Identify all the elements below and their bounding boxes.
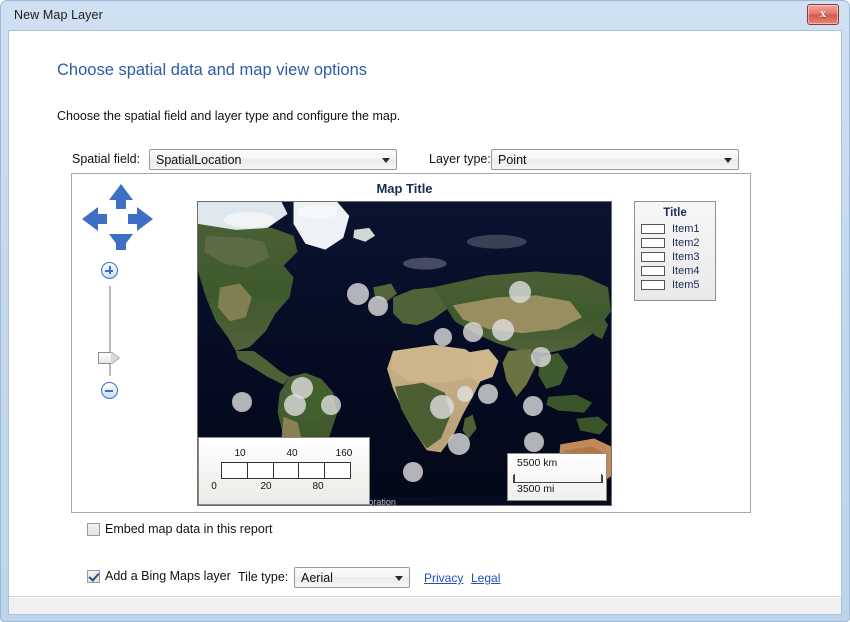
spatial-field-select[interactable]: SpatialLocation bbox=[149, 149, 397, 170]
chevron-down-icon bbox=[395, 576, 403, 581]
color-scale: 10 40 160 0 20 80 bbox=[198, 437, 370, 505]
dialog-body: Choose spatial data and map view options… bbox=[8, 30, 842, 615]
legend-item-label: Item5 bbox=[672, 279, 700, 291]
legend-swatch bbox=[641, 252, 665, 262]
legend-swatch bbox=[641, 224, 665, 234]
map-data-point[interactable] bbox=[524, 432, 544, 452]
minus-icon bbox=[105, 389, 113, 392]
map-data-point[interactable] bbox=[403, 462, 423, 482]
map-data-point[interactable] bbox=[347, 283, 369, 305]
scale-bar bbox=[221, 462, 351, 479]
legend-item-label: Item1 bbox=[672, 223, 700, 235]
footer-bar: Help < Back Next > Cancel bbox=[9, 597, 841, 614]
scale-bottom-label-3: 80 bbox=[312, 481, 324, 492]
distance-mi-label: 3500 mi bbox=[517, 483, 555, 495]
slider-handle-body bbox=[98, 352, 112, 364]
map-data-point[interactable] bbox=[492, 319, 514, 341]
map-data-point[interactable] bbox=[457, 386, 473, 402]
legend-swatch bbox=[641, 280, 665, 290]
map-data-point[interactable] bbox=[463, 322, 483, 342]
legend-item: Item4 bbox=[641, 265, 709, 277]
close-button[interactable]: x bbox=[807, 4, 839, 25]
map-title: Map Title bbox=[376, 181, 433, 196]
slider-handle-tip bbox=[111, 352, 119, 364]
zoom-in-button[interactable] bbox=[101, 262, 118, 279]
legal-link[interactable]: Legal bbox=[471, 571, 500, 585]
distance-scale: 5500 km 3500 mi bbox=[507, 453, 607, 501]
add-bing-maps-layer-label: Add a Bing Maps layer bbox=[105, 569, 231, 583]
legend-item: Item3 bbox=[641, 251, 709, 263]
page-subtitle: Choose the spatial field and layer type … bbox=[57, 109, 401, 123]
map-data-point[interactable] bbox=[531, 347, 551, 367]
map-preview-panel: Map Title Corporation 10 40 160 0 20 80 … bbox=[71, 173, 751, 513]
map-data-point[interactable] bbox=[434, 328, 452, 346]
legend-swatch bbox=[641, 266, 665, 276]
title-bar: New Map Layer x bbox=[8, 1, 842, 30]
arrow-left-icon[interactable] bbox=[82, 207, 107, 231]
chevron-down-icon bbox=[724, 158, 732, 163]
distance-ruler-icon bbox=[513, 474, 603, 483]
dialog-window: New Map Layer x Choose spatial data and … bbox=[0, 0, 850, 622]
legend-item-label: Item4 bbox=[672, 265, 700, 277]
pan-control bbox=[82, 184, 160, 250]
legend-swatch bbox=[641, 238, 665, 248]
legend-item: Item1 bbox=[641, 223, 709, 235]
zoom-out-button[interactable] bbox=[101, 382, 118, 399]
map-data-point[interactable] bbox=[509, 281, 531, 303]
map-data-point[interactable] bbox=[523, 396, 543, 416]
layer-type-label: Layer type: bbox=[429, 152, 491, 166]
legend-item: Item2 bbox=[641, 237, 709, 249]
arrow-right-icon[interactable] bbox=[128, 207, 153, 231]
map-data-point[interactable] bbox=[232, 392, 252, 412]
map-data-point[interactable] bbox=[478, 384, 498, 404]
privacy-link[interactable]: Privacy bbox=[424, 571, 463, 585]
chevron-down-icon bbox=[382, 158, 390, 163]
legend-item-label: Item3 bbox=[672, 251, 700, 263]
tile-type-select[interactable]: Aerial bbox=[294, 567, 410, 588]
map-legend: Title Item1 Item2 Item3 Item4 Item5 bbox=[634, 201, 716, 301]
map-data-point[interactable] bbox=[448, 433, 470, 455]
page-title: Choose spatial data and map view options bbox=[57, 61, 368, 79]
tile-type-value: Aerial bbox=[301, 571, 333, 585]
window-title: New Map Layer bbox=[14, 8, 103, 22]
tile-type-label: Tile type: bbox=[238, 570, 289, 584]
arrow-up-icon[interactable] bbox=[109, 184, 133, 209]
arrow-down-icon[interactable] bbox=[109, 234, 133, 250]
map-data-point[interactable] bbox=[430, 395, 454, 419]
plus-icon-vertical bbox=[108, 266, 111, 274]
close-icon: x bbox=[820, 6, 826, 20]
map-data-point[interactable] bbox=[284, 394, 306, 416]
layer-type-select[interactable]: Point bbox=[491, 149, 739, 170]
spatial-field-label: Spatial field: bbox=[72, 152, 141, 166]
scale-bottom-label-1: 0 bbox=[211, 481, 217, 492]
legend-item-label: Item2 bbox=[672, 237, 700, 249]
zoom-slider-handle[interactable] bbox=[98, 352, 120, 364]
map-canvas[interactable]: © 2010 Intermap, © 2012 Microsoft Corpor… bbox=[197, 201, 612, 506]
embed-map-data-label: Embed map data in this report bbox=[105, 522, 273, 536]
map-data-point[interactable] bbox=[321, 395, 341, 415]
map-data-point[interactable] bbox=[368, 296, 388, 316]
legend-title: Title bbox=[663, 207, 687, 219]
legend-item: Item5 bbox=[641, 279, 709, 291]
scale-top-label-3: 160 bbox=[335, 448, 353, 459]
embed-map-data-checkbox[interactable] bbox=[87, 523, 100, 536]
layer-type-value: Point bbox=[498, 153, 527, 167]
distance-km-label: 5500 km bbox=[517, 457, 558, 469]
scale-top-label-2: 40 bbox=[286, 448, 298, 459]
add-bing-maps-layer-checkbox[interactable] bbox=[87, 570, 100, 583]
spatial-field-value: SpatialLocation bbox=[156, 153, 242, 167]
scale-bottom-label-2: 20 bbox=[260, 481, 272, 492]
scale-top-label-1: 10 bbox=[234, 448, 246, 459]
